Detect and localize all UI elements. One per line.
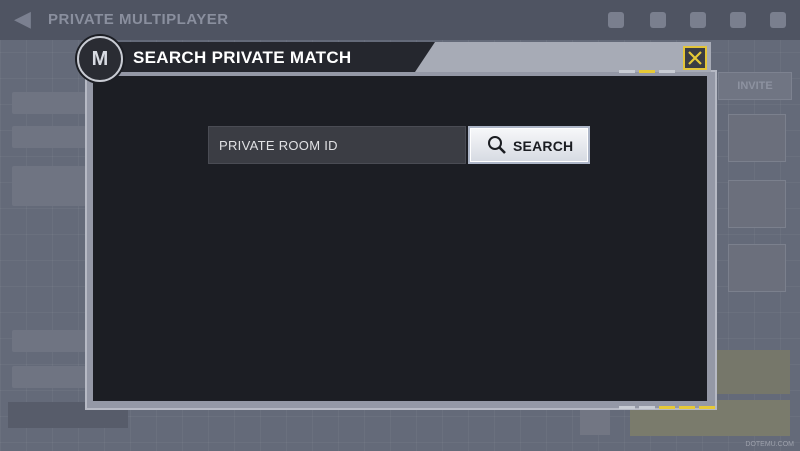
dialog-body	[93, 76, 707, 401]
background-row	[12, 366, 86, 388]
background-card	[728, 244, 786, 292]
private-room-id-input[interactable]	[208, 126, 466, 164]
background-yellow-box	[712, 350, 790, 394]
background-row	[12, 330, 86, 352]
background-card	[728, 114, 786, 162]
background-title: PRIVATE MULTIPLAYER	[48, 11, 229, 28]
background-row	[12, 166, 86, 206]
close-x-icon	[688, 51, 702, 65]
background-row	[12, 126, 86, 148]
back-arrow-icon: ◀	[14, 6, 31, 31]
dialog-title: SEARCH PRIVATE MATCH	[133, 48, 352, 67]
settings-icon	[690, 12, 706, 28]
header-accent	[415, 42, 711, 72]
header-progress-dashes	[619, 70, 675, 73]
search-button[interactable]: SEARCH	[468, 126, 590, 164]
flag-icon	[650, 12, 666, 28]
search-private-match-dialog: M SEARCH PRIVATE MATCH SEARCH	[77, 36, 717, 410]
magnifier-icon	[488, 136, 506, 154]
watermark: DOTEMU.COM	[745, 441, 794, 448]
home-icon	[608, 12, 624, 28]
background-row	[12, 92, 86, 114]
background-top-bar: ◀ PRIVATE MULTIPLAYER	[0, 0, 800, 40]
background-invite-button: INVITE	[718, 72, 792, 100]
friends-icon	[730, 12, 746, 28]
close-button[interactable]	[683, 46, 707, 70]
footer-progress-dashes	[619, 406, 715, 409]
background-card	[728, 180, 786, 228]
search-button-label: SEARCH	[513, 138, 574, 154]
menu-icon	[770, 12, 786, 28]
cod-m-logo-icon: M	[77, 36, 123, 82]
